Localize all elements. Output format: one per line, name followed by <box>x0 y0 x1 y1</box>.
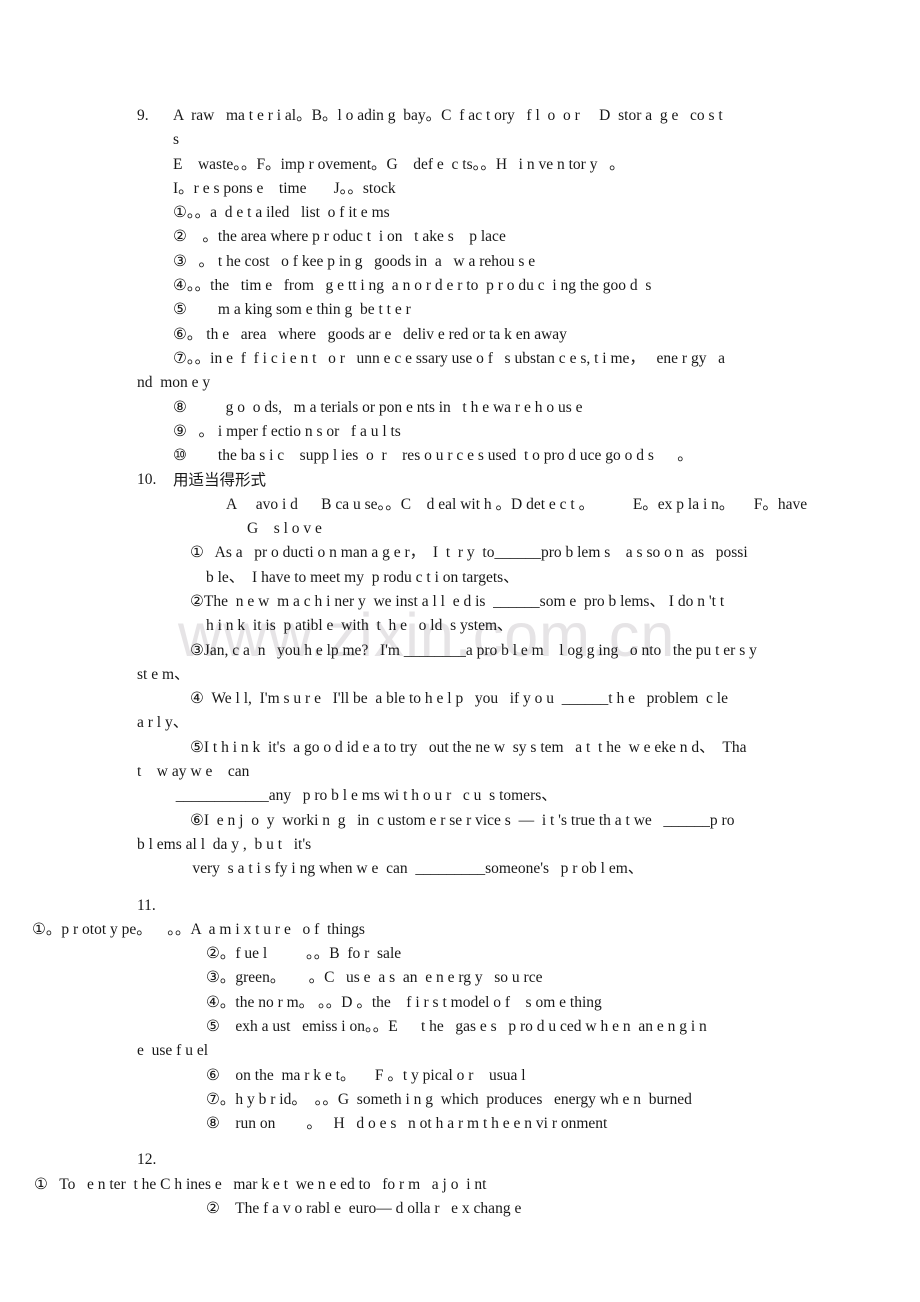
exercise-11-line-0: ①。p r otot y pe。 。。A a m i x t u r e o f… <box>32 920 365 938</box>
exercise-11-line-6: ⑥ on the ma r k e t。 F 。t y pical o r us… <box>206 1066 526 1084</box>
exercise-12-line-0: ① To e n ter t he C h ines e mar k e t w… <box>34 1175 487 1193</box>
exercise-9-first-line: 9. A raw ma t e r i al。B。l o adin g bay。C… <box>0 104 920 128</box>
exercise-10-line-8: ④ We l l, I'm s u r e I'll be a ble to h… <box>190 690 728 708</box>
exercise-10-title: 用适当得形式 <box>173 471 267 490</box>
document-page: www.zixin.com.cn 9. A raw ma t e r i al。B… <box>0 0 920 1302</box>
exercise-10-line-0: A avo i d B ca u se。。C d eal wit h 。D de… <box>226 495 808 513</box>
exercise-10-line-12: ____________any p ro b l e ms wi t h o u… <box>137 787 557 805</box>
exercise-10-line-13: ⑥I e n j o y worki n g in c ustom e r se… <box>190 811 735 829</box>
exercise-block-12: 12. ① To e n ter t he C h ines e mar k e … <box>0 1148 920 1221</box>
exercise-12-number: 12. <box>137 1151 157 1169</box>
exercise-9-line-1: s <box>173 131 180 149</box>
exercise-10-line-11: t w ay w e can <box>137 763 250 781</box>
exercise-11-line-3: ④。the no r m。 。。D 。the f i r s t model o… <box>206 993 602 1011</box>
exercise-10-line-9: a r l y、 <box>137 714 189 732</box>
exercise-10-title-line: 10. 用适当得形式 <box>0 468 920 492</box>
exercise-9-number: 9. <box>137 107 149 124</box>
exercise-10-line-14: b l ems al l da y , b u t it's <box>137 835 312 853</box>
exercise-11-line-7: ⑦。h y b r id。 。。G someth i n g which pro… <box>206 1090 692 1108</box>
section-spacer-2 <box>0 1136 920 1148</box>
exercise-9-line-13: ⑨ 。 i mper f ectio n s or f a u l ts <box>173 422 401 440</box>
exercise-9-line-2: E waste。。F。imp r ovement。G def e c ts。。H… <box>173 155 625 173</box>
section-spacer-1 <box>0 882 920 894</box>
exercise-11-line-5: e use f u el <box>137 1042 209 1060</box>
exercise-10-line-15: very s a t i s fy i ng when w e can ____… <box>173 860 644 878</box>
exercise-9-line-12: ⑧ g o o ds, m a terials or pon e nts in … <box>173 398 583 416</box>
exercise-9-line-3: I。r e s pons e time J。。stock <box>173 179 396 197</box>
exercise-9-line-14: ⑩ the ba s i c supp l ies o r res o u r … <box>173 447 693 465</box>
exercise-10-line-7: st e m、 <box>137 665 190 683</box>
exercise-9-line-9: ⑥。 th e area where goods ar e deliv e re… <box>173 325 567 343</box>
exercise-block-10: 10. 用适当得形式 A avo i d B ca u se。。C d eal w… <box>0 468 920 881</box>
exercise-block-11: 11. ①。p r otot y pe。 。。A a m i x t u r e … <box>0 894 920 1137</box>
exercise-11-line-8: ⑧ run on 。 H d o e s n ot h a r m t h e … <box>206 1115 608 1133</box>
exercise-12-first-line: 12. ① To e n ter t he C h ines e mar k e … <box>0 1148 920 1197</box>
exercise-12-line-1: ② The f a v o rabl e euro— d olla r e x … <box>206 1200 522 1218</box>
exercise-10-line-1: G s l o v e <box>247 520 322 538</box>
exercise-block-9: 9. A raw ma t e r i al。B。l o adin g bay。C… <box>0 104 920 468</box>
exercise-9-line-11: nd mon e y <box>137 374 211 392</box>
exercise-9-line-10: ⑦。。in e f f i c i e n t o r unn e c e ss… <box>173 349 725 367</box>
exercise-11-line-2: ③。green。 。C us e a s an e n e rg y so u … <box>206 969 543 987</box>
exercise-10-line-5: h i n k it is p atibl e with t h e o ld … <box>206 617 513 635</box>
exercise-9-line-7: ④。。the tim e from g e tt i ng a n o r d … <box>173 277 652 295</box>
exercise-11-line-4: ⑤ exh a ust emiss i on。。E t he gas e s p… <box>206 1017 707 1035</box>
exercise-11-number: 11. <box>137 896 156 914</box>
exercise-10-line-10: ⑤I t h i n k it's a go o d id e a to try… <box>190 738 747 756</box>
exercise-10-line-2: ① As a pr o ducti o n man a g e r， I t r… <box>190 544 748 562</box>
exercise-9-line-8: ⑤ m a king som e thin g be t t e r <box>173 301 411 319</box>
exercise-11-line-1: ②。f ue l 。。B fo r sale <box>206 945 402 963</box>
exercise-9-line-6: ③ 。 t he cost o f kee p in g goods in a … <box>173 252 536 270</box>
exercise-9-line-0: A raw ma t e r i al。B。l o adin g bay。C f… <box>173 107 723 124</box>
exercise-10-line-6: ③Jan, c a n you h e lp me? I'm ________a… <box>190 641 757 659</box>
exercise-10-line-3: b le、 I have to meet my p rodu c t i on … <box>206 568 519 586</box>
exercise-10-line-4: ②The n e w m a c h i ner y we inst a l l… <box>190 592 725 610</box>
document-content: 9. A raw ma t e r i al。B。l o adin g bay。C… <box>0 0 920 1221</box>
exercise-10-number: 10. <box>137 471 157 489</box>
exercise-11-first-line: 11. ①。p r otot y pe。 。。A a m i x t u r e … <box>0 894 920 943</box>
exercise-9-line-4: ①。。a d e t a iled list o f it e ms <box>173 204 390 222</box>
exercise-9-line-5: ② 。the area where p r oduc t i on t ake … <box>173 228 506 246</box>
